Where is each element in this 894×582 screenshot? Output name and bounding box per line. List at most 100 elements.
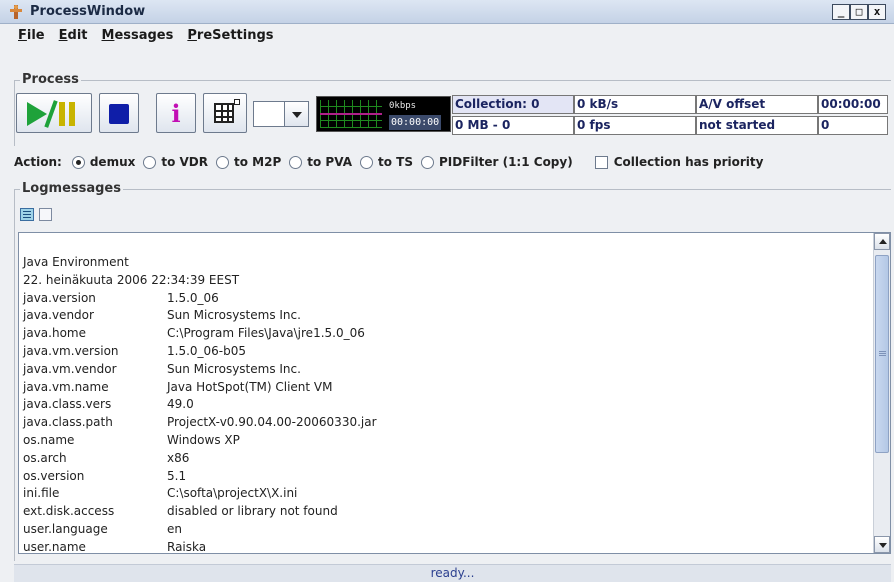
log-value: ProjectX-v0.90.04.00-20060330.jar <box>167 415 377 430</box>
pause-icon-bar <box>69 102 75 126</box>
log-line: java.version 1.5.0_06 <box>23 290 870 308</box>
option-demux[interactable]: demux <box>71 155 135 169</box>
maximize-button[interactable]: □ <box>850 4 868 20</box>
log-pane[interactable]: Java Environment 22. heinäkuuta 2006 22:… <box>18 232 891 554</box>
log-text: Java Environment 22. heinäkuuta 2006 22:… <box>23 254 870 554</box>
radio-to-vdr[interactable] <box>143 155 157 169</box>
log-value: Sun Microsystems Inc. <box>167 361 301 376</box>
log-line: user.name Raiska <box>23 539 870 554</box>
menu-edit[interactable]: Edit <box>59 25 88 47</box>
close-button[interactable]: x <box>868 4 886 20</box>
log-value: C:\Program Files\Java\jre1.5.0_06 <box>167 326 365 341</box>
monitor-rate: 0kbps <box>389 101 417 111</box>
log-value: C:\softa\projectX\X.ini <box>167 486 298 501</box>
stop-button[interactable] <box>99 93 139 133</box>
process-group-title: Process <box>20 72 81 87</box>
log-key: user.language <box>23 521 108 536</box>
log-key: os.version <box>23 468 85 483</box>
log-value: 1.5.0_06-b05 <box>167 343 247 358</box>
collection-priority-checkbox[interactable]: Collection has priority <box>581 155 763 169</box>
scroll-thumb[interactable] <box>875 255 889 453</box>
process-state-cell: not started <box>696 116 818 135</box>
checkbox[interactable] <box>594 155 608 169</box>
menu-presettings[interactable]: PreSettings <box>187 25 273 47</box>
preset-combo[interactable] <box>253 101 309 127</box>
log-line: os.name Windows XP <box>23 432 870 450</box>
option-to-vdr[interactable]: to VDR <box>143 155 208 169</box>
av-offset-time: 00:00:00 <box>818 95 888 114</box>
log-line: java.vm.vendor Sun Microsystems Inc. <box>23 361 870 379</box>
log-view-toggle-icon[interactable] <box>20 208 34 221</box>
kbps-cell: 0 kB/s <box>574 95 696 114</box>
log-value: Windows XP <box>167 432 240 447</box>
log-line: java.class.vers 49.0 <box>23 396 870 414</box>
size-cell: 0 MB - 0 <box>452 116 574 135</box>
scope-trace <box>320 113 382 115</box>
option-to-ts[interactable]: to TS <box>359 155 413 169</box>
status-bar: ready... <box>14 564 891 582</box>
action-row: Action: demux to VDR to M2P to PVA to TS… <box>14 152 771 172</box>
app-icon <box>10 5 22 19</box>
info-button[interactable]: i <box>156 93 196 133</box>
log-value: x86 <box>167 450 190 465</box>
log-value: 5.1 <box>167 468 187 483</box>
log-key: java.class.vers <box>23 397 112 412</box>
log-line: os.arch x86 <box>23 450 870 468</box>
menu-bar: File Edit Messages PreSettings <box>0 25 894 47</box>
log-line: java.vendor Sun Microsystems Inc. <box>23 307 870 325</box>
start-pause-button[interactable] <box>16 93 92 133</box>
log-date: 22. heinäkuuta 2006 22:34:39 EEST <box>23 272 240 287</box>
minimize-button[interactable]: _ <box>832 4 850 20</box>
log-header: Java Environment <box>23 255 129 269</box>
log-clear-checkbox[interactable] <box>39 208 52 221</box>
radio-pidfilter[interactable] <box>420 155 434 169</box>
log-value: 49.0 <box>167 397 194 412</box>
log-line: java.class.path ProjectX-v0.90.04.00-2006… <box>23 414 870 432</box>
log-key: user.name <box>23 539 86 554</box>
log-scrollbar[interactable] <box>873 233 890 553</box>
menu-file[interactable]: File <box>18 25 45 47</box>
option-to-pva[interactable]: to PVA <box>289 155 352 169</box>
log-line: ext.disk.access disabled or library not f… <box>23 503 870 521</box>
radio-to-pva[interactable] <box>289 155 303 169</box>
scroll-up-icon[interactable] <box>874 233 890 250</box>
chevron-down-icon[interactable] <box>284 102 308 126</box>
radio-to-m2p[interactable] <box>216 155 230 169</box>
radio-demux[interactable] <box>71 155 85 169</box>
menu-messages[interactable]: Messages <box>102 25 174 47</box>
log-group-title: Logmessages <box>20 181 123 196</box>
log-line: java.home C:\Program Files\Java\jre1.5.0_… <box>23 325 870 343</box>
av-offset-label: A/V offset <box>696 95 818 114</box>
log-value: Sun Microsystems Inc. <box>167 308 301 323</box>
scroll-down-icon[interactable] <box>874 536 890 553</box>
option-to-m2p[interactable]: to M2P <box>216 155 281 169</box>
log-value: Raiska <box>167 539 207 554</box>
log-key: java.vendor <box>23 308 94 323</box>
grid-icon <box>214 103 234 123</box>
log-key: java.class.path <box>23 415 113 430</box>
grid-corner-icon <box>234 99 240 105</box>
pid-grid-button[interactable] <box>203 93 247 133</box>
log-value: en <box>167 521 182 536</box>
play-icon <box>27 102 47 126</box>
title-bar: ProcessWindow _ □ x <box>0 0 894 24</box>
action-label: Action: <box>14 155 62 169</box>
log-key: ini.file <box>23 486 60 501</box>
collection-cell: Collection: 0 <box>452 95 574 114</box>
log-key: java.vm.name <box>23 379 109 394</box>
option-pidfilter[interactable]: PIDFilter (1:1 Copy) <box>420 155 573 169</box>
log-key: ext.disk.access <box>23 504 115 519</box>
log-key: java.vm.vendor <box>23 361 117 376</box>
window-controls: _ □ x <box>832 4 886 20</box>
log-value: Java HotSpot(TM) Client VM <box>167 379 333 394</box>
log-line: java.vm.version 1.5.0_06-b05 <box>23 343 870 361</box>
log-key: java.version <box>23 290 96 305</box>
stop-icon <box>109 104 129 124</box>
log-key: os.arch <box>23 450 67 465</box>
info-icon: i <box>171 99 181 128</box>
log-line: user.language en <box>23 521 870 539</box>
radio-to-ts[interactable] <box>359 155 373 169</box>
counter-cell: 0 <box>818 116 888 135</box>
log-value: disabled or library not found <box>167 504 338 519</box>
log-key: java.home <box>23 326 86 341</box>
